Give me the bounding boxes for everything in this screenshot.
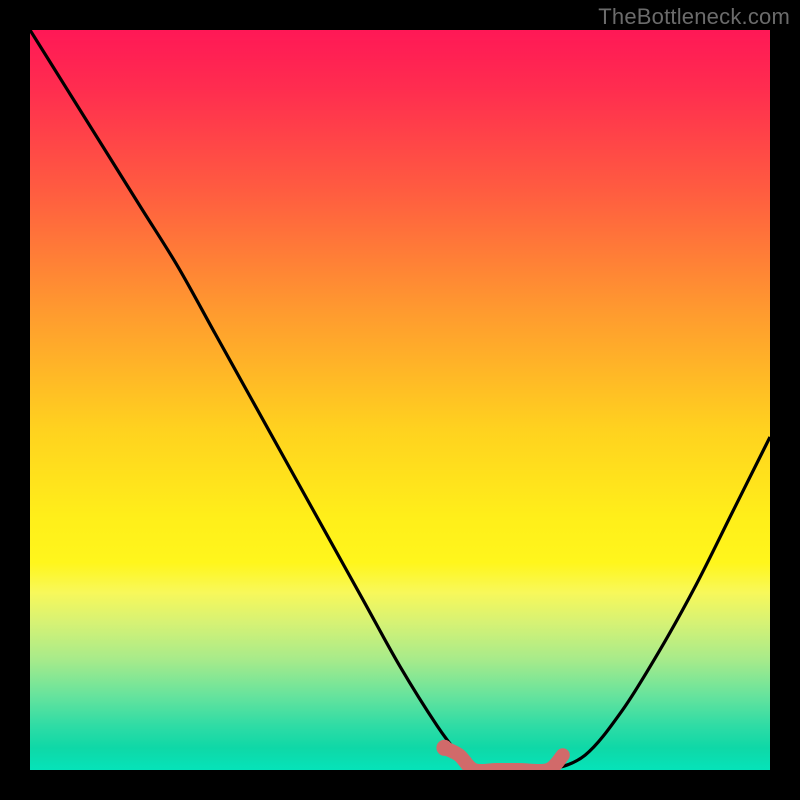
watermark-text: TheBottleneck.com xyxy=(598,4,790,30)
chart-frame: TheBottleneck.com xyxy=(0,0,800,800)
bottleneck-curve xyxy=(30,30,770,770)
curve-marker xyxy=(436,740,452,756)
recommended-range-highlight xyxy=(444,748,562,770)
curve-layer xyxy=(30,30,770,770)
